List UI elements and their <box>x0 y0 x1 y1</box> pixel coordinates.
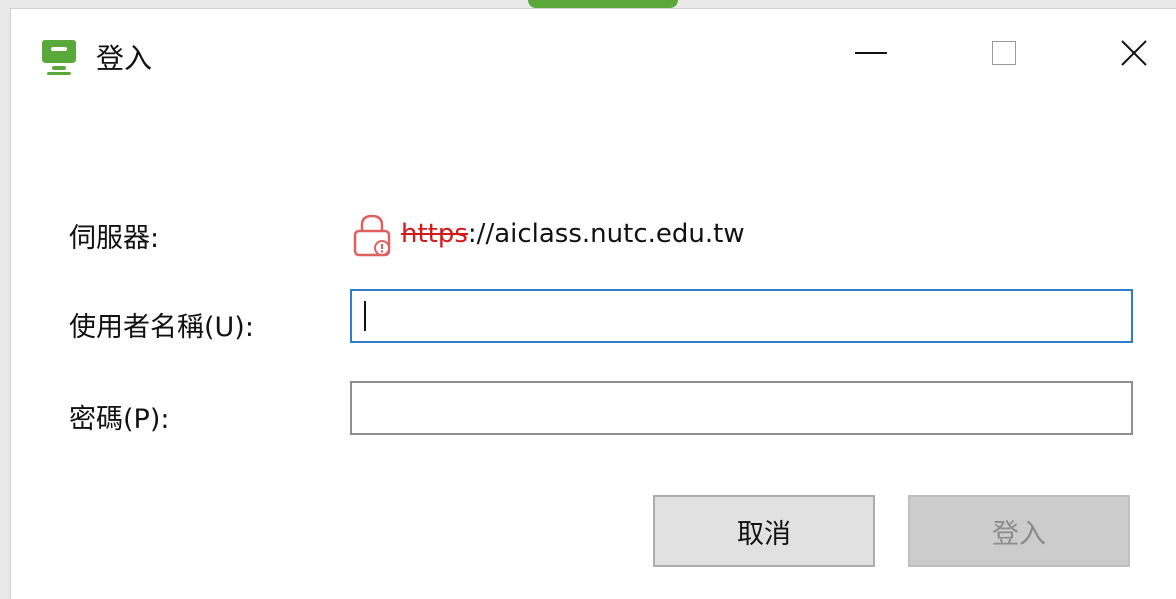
server-url-scheme: https <box>401 219 468 249</box>
server-label: 伺服器: <box>69 223 160 254</box>
maximize-button[interactable] <box>974 23 1034 83</box>
close-button[interactable] <box>1104 23 1164 83</box>
username-label: 使用者名稱(U): <box>69 312 254 343</box>
password-input[interactable] <box>350 381 1133 435</box>
monitor-app-icon <box>42 40 76 75</box>
window-title: 登入 <box>96 42 153 75</box>
minimize-button[interactable] <box>841 23 901 83</box>
text-cursor <box>364 301 366 331</box>
password-label: 密碼(P): <box>69 404 170 435</box>
username-input[interactable] <box>350 289 1133 343</box>
insecure-lock-icon <box>353 214 391 257</box>
cancel-button[interactable]: 取消 <box>653 495 875 567</box>
maximize-icon <box>992 41 1016 65</box>
minimize-icon <box>855 52 887 54</box>
top-accent-bar <box>528 0 678 8</box>
title-bar[interactable]: 登入 <box>11 9 1176 99</box>
server-url: https://aiclass.nutc.edu.tw <box>401 219 745 249</box>
server-url-host: ://aiclass.nutc.edu.tw <box>467 219 745 249</box>
login-button[interactable]: 登入 <box>908 495 1130 567</box>
login-dialog: 登入 伺服器: https://aiclass.nutc.edu.tw 使用者名… <box>10 8 1176 599</box>
close-icon <box>1121 40 1147 66</box>
